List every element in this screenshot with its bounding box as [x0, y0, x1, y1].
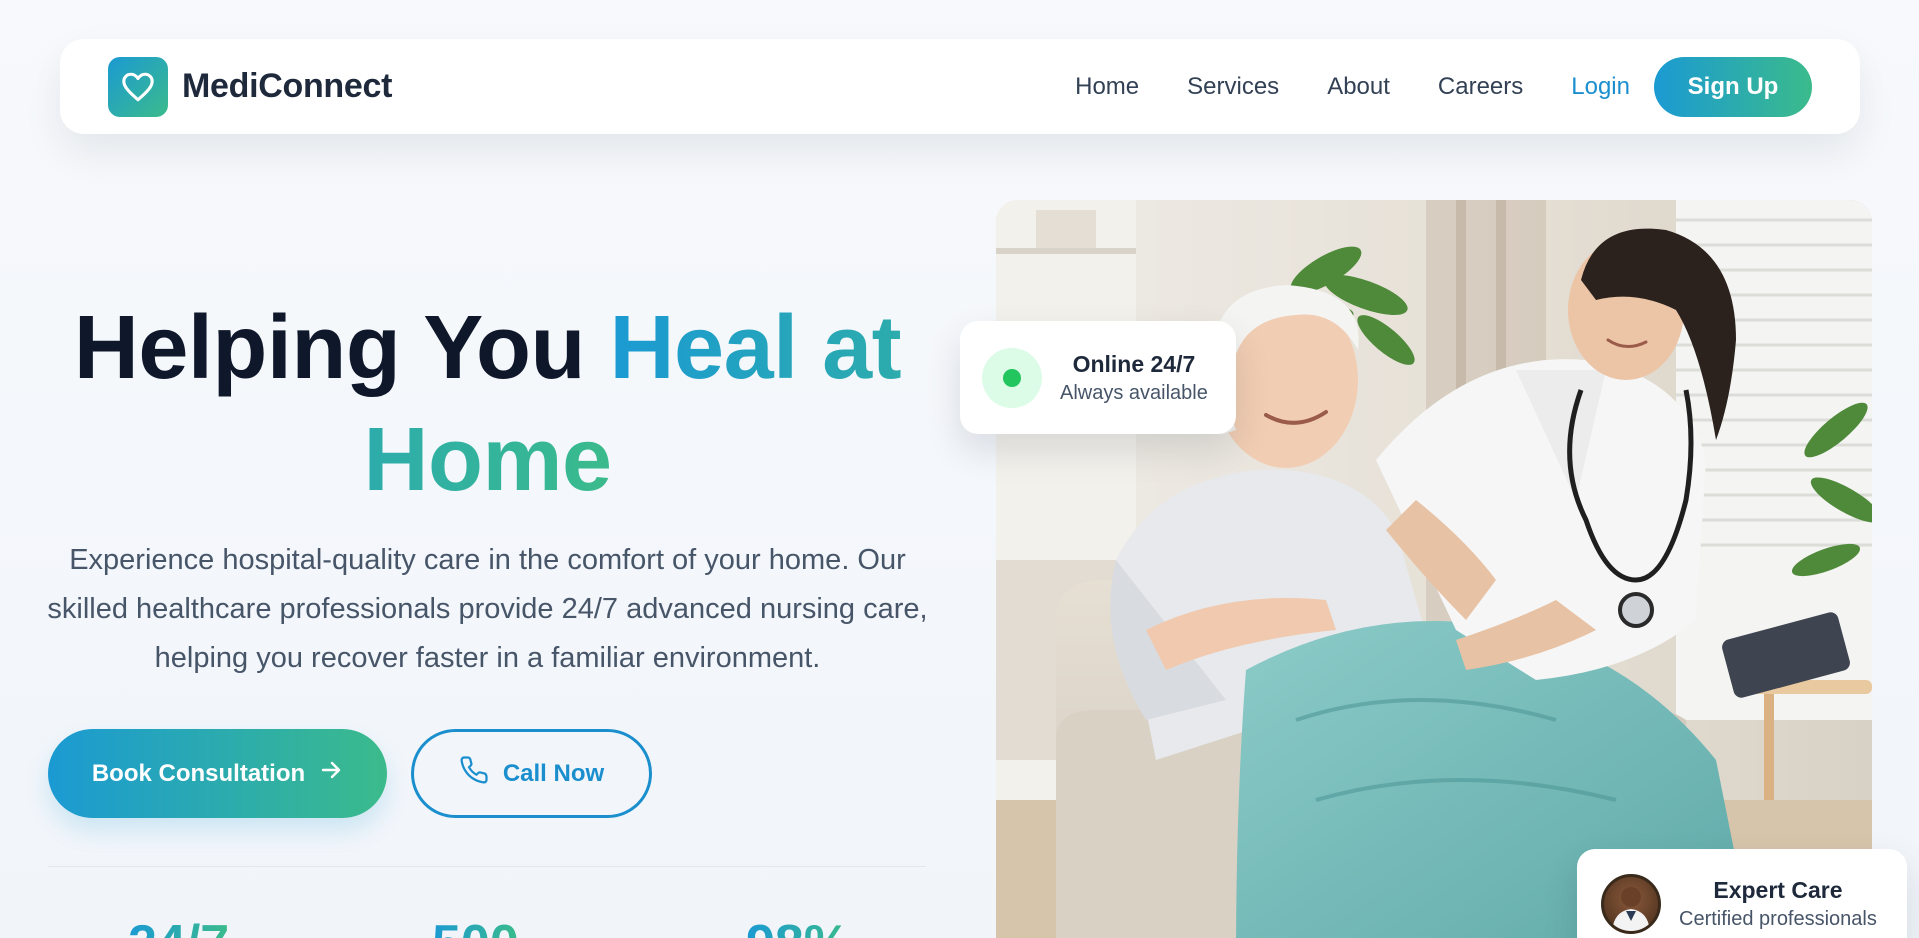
expert-card-text: Expert Care Certified professionals: [1679, 875, 1877, 933]
doctor-icon: [1612, 887, 1650, 931]
signup-button[interactable]: Sign Up: [1654, 56, 1812, 117]
online-card-title: Online 24/7: [1072, 350, 1196, 377]
expert-card-title: Expert Care: [1713, 877, 1843, 903]
doctor-avatar: [1601, 874, 1661, 934]
brand-name: MediConnect: [182, 67, 393, 105]
hero-title-part1: Helping You: [73, 298, 610, 398]
online-card-subtitle: Always available: [1060, 381, 1208, 404]
call-now-label: Call Now: [502, 759, 605, 787]
login-link[interactable]: Login: [1571, 73, 1630, 101]
call-now-button[interactable]: Call Now: [411, 729, 652, 818]
arrow-right-icon: [319, 758, 343, 789]
nav-careers[interactable]: Careers: [1438, 73, 1523, 101]
hero-image: [996, 200, 1872, 938]
hero-description: Experience hospital-quality care in the …: [47, 544, 928, 674]
expert-card-subtitle: Certified professionals: [1679, 908, 1877, 930]
stat-value: 500: [432, 914, 519, 938]
book-consultation-button[interactable]: Book Consultation: [48, 729, 387, 818]
nurse-patient-illustration: [996, 200, 1872, 938]
nav-about[interactable]: About: [1327, 73, 1390, 101]
nav-services[interactable]: Services: [1187, 73, 1279, 101]
page: MediConnect Home Services About Careers …: [0, 0, 1919, 938]
online-status-card: Online 24/7 Always available: [960, 321, 1236, 434]
heart-icon: [108, 56, 168, 117]
nav-links: Home Services About Careers Login Sign U…: [1027, 56, 1812, 117]
book-consultation-label: Book Consultation: [91, 759, 306, 787]
online-status-icon: [982, 347, 1042, 408]
phone-icon: [459, 755, 489, 792]
navbar: MediConnect Home Services About Careers …: [60, 39, 1860, 134]
expert-care-card: Expert Care Certified professionals: [1577, 849, 1907, 938]
nav-home[interactable]: Home: [1075, 73, 1139, 101]
brand[interactable]: MediConnect: [108, 56, 393, 117]
stat-value: 98%: [746, 914, 850, 938]
stat-value: 24/7: [128, 914, 229, 938]
online-dot: [1003, 368, 1021, 387]
online-card-text: Online 24/7 Always available: [1060, 349, 1208, 407]
stats-divider: [48, 866, 926, 867]
hero-title: Helping You Heal at Home: [40, 292, 935, 516]
